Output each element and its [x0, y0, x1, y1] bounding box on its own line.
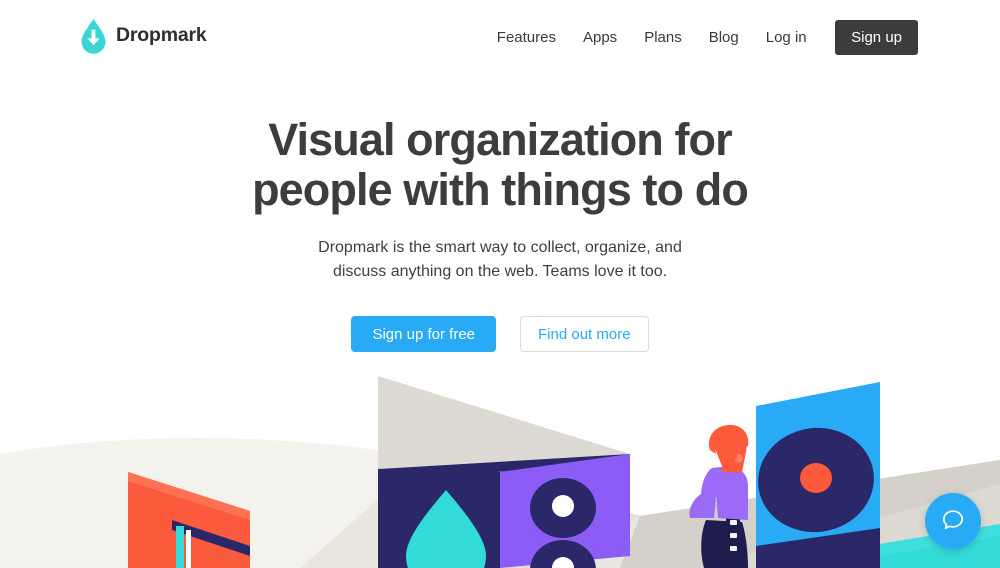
- chat-widget-button[interactable]: Open chat: [925, 493, 981, 549]
- landing-page: Dropmark Features Apps Plans Blog Log in…: [0, 0, 1000, 568]
- wedge-gray: [378, 376, 630, 469]
- record-orange-center: [800, 463, 832, 493]
- find-out-more-button[interactable]: Find out more: [520, 316, 649, 352]
- hero-subtitle-line-1: Dropmark is the smart way to collect, or…: [318, 239, 682, 256]
- hero-illustration: [0, 368, 1000, 568]
- object-notch-5: [730, 546, 737, 551]
- orange-panel-teal-strip: [176, 526, 184, 568]
- speech-bubble-icon: [940, 507, 966, 536]
- signup-button[interactable]: Sign up: [835, 20, 918, 55]
- nav-link-apps[interactable]: Apps: [569, 21, 630, 55]
- object-notch-4: [730, 533, 737, 538]
- nav-link-login[interactable]: Log in: [752, 21, 820, 55]
- nav-link-features[interactable]: Features: [483, 21, 569, 55]
- droplet-download-icon: [80, 18, 107, 55]
- hero-title-line-1: Visual organization for: [268, 114, 732, 165]
- hero-cta-group: Sign up for free Find out more: [0, 316, 1000, 352]
- hero-subtitle: Dropmark is the smart way to collect, or…: [0, 236, 1000, 284]
- site-header: Dropmark Features Apps Plans Blog Log in…: [0, 0, 1000, 76]
- nav-link-plans[interactable]: Plans: [631, 21, 696, 55]
- brand-name: Dropmark: [116, 24, 207, 47]
- person-pants: [701, 520, 748, 568]
- object-notch-3: [730, 520, 737, 525]
- ring-navy-top-hole: [552, 495, 574, 517]
- hero-subtitle-line-2: discuss anything on the web. Teams love …: [332, 263, 668, 280]
- nav-link-blog[interactable]: Blog: [695, 21, 752, 55]
- signup-for-free-button[interactable]: Sign up for free: [351, 316, 496, 352]
- brand-logo-link[interactable]: Dropmark: [80, 18, 207, 55]
- page-title: Visual organization for people with thin…: [0, 115, 1000, 215]
- main-nav: Features Apps Plans Blog Log in Sign up: [483, 20, 918, 55]
- orange-panel-white-strip: [186, 530, 191, 568]
- hero-title-line-2: people with things to do: [252, 164, 749, 215]
